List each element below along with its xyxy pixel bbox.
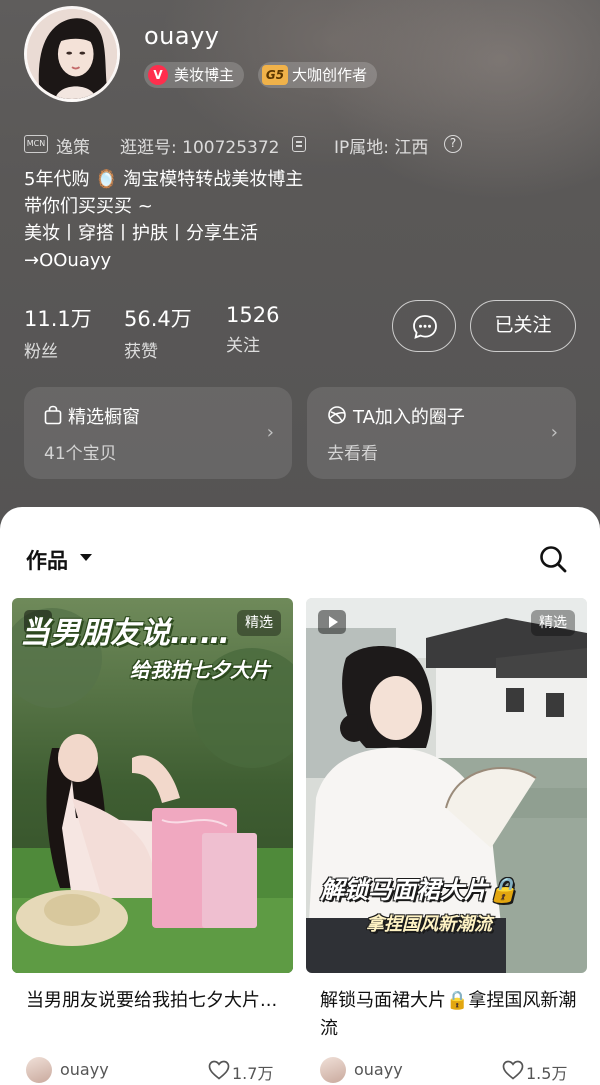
chevron-right-icon: ›: [550, 422, 558, 443]
note-cover[interactable]: 精选 当男朋友说…… 给我拍七夕大片: [12, 598, 293, 973]
stat-value: 1526: [226, 303, 280, 327]
note-card[interactable]: 精选 解锁马面裙大片🔒 拿捏国风新潮流 解锁马面裙大片🔒拿捏国风新潮流 ouay…: [306, 598, 587, 1085]
chevron-right-icon: ›: [266, 422, 274, 443]
featured-badge: 精选: [531, 610, 575, 636]
note-footer: ouayy 1.7万: [12, 1053, 293, 1085]
like-count: 1.5万: [526, 1064, 568, 1083]
featured-badge: 精选: [237, 610, 281, 636]
author-avatar[interactable]: [26, 1057, 52, 1083]
note-author[interactable]: ouayy: [354, 1060, 403, 1079]
profile-username: ouayy: [144, 22, 220, 50]
stat-label: 粉丝: [24, 342, 58, 362]
cover-text-line1: 当男朋友说……: [20, 616, 230, 651]
cover-text-line1: 解锁马面裙大片🔒: [320, 876, 518, 904]
help-icon[interactable]: ?: [444, 135, 462, 153]
author-avatar[interactable]: [320, 1057, 346, 1083]
bio-line: 美妆丨穿搭丨护肤丨分享生活: [24, 223, 258, 244]
stat-label: 关注: [226, 336, 260, 356]
showcase-title: 精选橱窗: [68, 407, 140, 428]
stat-value: 56.4万: [124, 307, 192, 331]
profile-id: 逛逛号: 100725372: [120, 138, 280, 158]
circles-subtitle: 去看看: [327, 444, 378, 464]
works-tab[interactable]: 作品: [26, 545, 68, 575]
circles-title: TA加入的圈子: [353, 407, 465, 428]
stat-label: 获赞: [124, 342, 158, 362]
profile-avatar[interactable]: [24, 6, 120, 102]
stat-likes[interactable]: 56.4万 获赞: [124, 303, 192, 362]
following-button[interactable]: 已关注: [470, 300, 576, 352]
works-sheet: 作品 精选 当男朋友说…… 给我拍七夕大片 当男朋友说要给我拍七夕大片... o…: [0, 507, 600, 1085]
stat-following[interactable]: 1526 关注: [226, 303, 279, 356]
badge-label: 美妆博主: [174, 66, 235, 84]
g5-badge-icon: G5: [262, 65, 288, 85]
note-cover[interactable]: 精选 解锁马面裙大片🔒 拿捏国风新潮流: [306, 598, 587, 973]
note-title[interactable]: 解锁马面裙大片🔒拿捏国风新潮流: [320, 987, 585, 1043]
top-creator-badge[interactable]: G5 大咖创作者: [258, 62, 378, 88]
circles-card[interactable]: TA加入的圈子 去看看 ›: [307, 387, 576, 479]
like-count: 1.7万: [232, 1064, 274, 1083]
avatar-portrait-image: [27, 9, 117, 99]
circles-title-row: TA加入的圈子: [327, 403, 465, 430]
heart-icon[interactable]: [502, 1060, 524, 1080]
chat-bubble-icon: [413, 315, 437, 339]
showcase-card[interactable]: 精选橱窗 41个宝贝 ›: [24, 387, 292, 479]
mcn-tag-icon: MCN: [24, 135, 48, 153]
play-icon: [318, 610, 346, 634]
profile-header: ouayy V 美妆博主 G5 大咖创作者 MCN 逸策 逛逛号: 100725…: [0, 0, 600, 540]
bio-line: →OOuayy: [24, 250, 112, 271]
cover-text-line2: 拿捏国风新潮流: [366, 914, 492, 935]
beauty-blogger-badge[interactable]: V 美妆博主: [144, 62, 245, 88]
showcase-subtitle: 41个宝贝: [44, 444, 117, 464]
stat-value: 11.1万: [24, 307, 92, 331]
note-title[interactable]: 当男朋友说要给我拍七夕大片...: [26, 987, 291, 1043]
bio-line: 5年代购 🪞 淘宝模特转战美妆博主: [24, 169, 304, 190]
copy-icon[interactable]: [292, 136, 306, 152]
message-button[interactable]: [392, 300, 456, 352]
v-badge-icon: V: [148, 65, 168, 85]
note-footer: ouayy 1.5万: [306, 1053, 587, 1085]
ip-location: IP属地: 江西: [334, 138, 429, 158]
note-card[interactable]: 精选 当男朋友说…… 给我拍七夕大片 当男朋友说要给我拍七夕大片... ouay…: [12, 598, 293, 1085]
note-author[interactable]: ouayy: [60, 1060, 109, 1079]
showcase-title-row: 精选橱窗: [44, 403, 140, 430]
mcn-name[interactable]: 逸策: [56, 133, 90, 158]
heart-icon[interactable]: [208, 1060, 230, 1080]
caret-down-icon[interactable]: [80, 554, 92, 561]
search-icon[interactable]: [538, 544, 568, 574]
stat-fans[interactable]: 11.1万 粉丝: [24, 303, 92, 362]
shopping-bag-icon: [44, 405, 62, 430]
bio-line: 带你们买买买 ~: [24, 196, 153, 217]
planet-icon: [327, 405, 347, 430]
cover-text-line2: 给我拍七夕大片: [130, 658, 270, 682]
profile-bio: 5年代购 🪞 淘宝模特转战美妆博主 带你们买买买 ~ 美妆丨穿搭丨护肤丨分享生活…: [24, 166, 303, 274]
badge-label: 大咖创作者: [292, 66, 368, 84]
